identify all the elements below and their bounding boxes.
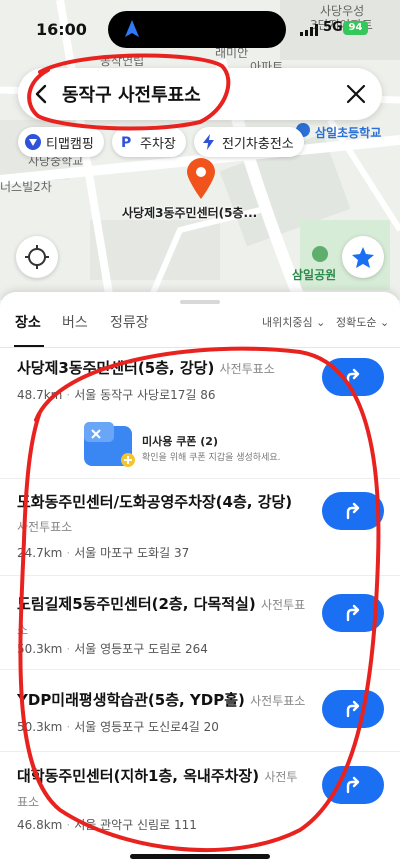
place-distance: 50.3km	[17, 720, 63, 734]
parking-icon: P	[121, 135, 131, 151]
tab-bus[interactable]: 버스	[62, 312, 88, 332]
place-address: 서울 영등포구 도림로 264	[74, 642, 208, 656]
list-item[interactable]: 대학동주민센터(지하1층, 옥내주차장) 사전투표소 46.8km · 서울 관악구…	[0, 764, 400, 844]
place-name: 대학동주민센터(지하1층, 옥내주차장)	[17, 767, 260, 785]
place-distance: 48.7km	[17, 388, 63, 402]
sort-proximity-label: 내위치중심	[262, 316, 313, 329]
chip-label: 티맵캠핑	[46, 136, 94, 152]
place-meta: 48.7km · 서울 동작구 사당로17길 86	[17, 388, 216, 402]
sort-proximity-dropdown[interactable]: 내위치중심 ⌄	[262, 314, 325, 330]
route-button[interactable]	[322, 594, 384, 632]
wallet-icon	[84, 422, 135, 467]
coupon-description: 확인을 위해 쿠폰 지갑을 생성하세요.	[142, 453, 281, 463]
sheet-grabber[interactable]	[180, 300, 220, 304]
place-address: 서울 마포구 도화길 37	[74, 546, 190, 560]
map-label-park: 삼일공원	[292, 268, 337, 282]
result-tabs: 장소 버스 정류장 내위치중심 ⌄ 정확도순 ⌄	[0, 308, 400, 348]
status-bar: 16:00 5G 94	[0, 0, 400, 60]
svg-text:P: P	[121, 135, 131, 151]
active-tab-indicator	[14, 345, 44, 347]
list-item[interactable]: 도림길제5동주민센터(2층, 다목적실) 사전투표소 50.3km · 서울 영등포…	[0, 592, 400, 670]
map-label-nursvil: 너스빌2차	[0, 180, 52, 194]
route-button[interactable]	[322, 766, 384, 804]
place-name-wrap: 도림길제5동주민센터(2층, 다목적실) 사전투표소	[17, 592, 307, 642]
directions-arrow-icon	[346, 368, 360, 386]
place-name: YDP미래평생학습관(5층, YDP홀)	[17, 691, 245, 709]
sort-accuracy-dropdown[interactable]: 정확도순 ⌄	[336, 314, 389, 330]
place-meta: 50.3km · 서울 영등포구 도림로 264	[17, 642, 208, 656]
current-location-button[interactable]	[16, 236, 58, 278]
chip-ev-charging[interactable]: 전기차충전소	[194, 127, 304, 157]
tab-bus-stop[interactable]: 정류장	[110, 312, 149, 332]
sort-accuracy-label: 정확도순	[336, 316, 377, 329]
place-meta: 50.3km · 서울 영등포구 도신로4길 20	[17, 720, 219, 734]
place-name-wrap: 도화동주민센터/도화공영주차장(4층, 강당) 사전투표소	[17, 490, 307, 539]
divider	[0, 478, 400, 479]
dynamic-island	[108, 11, 286, 48]
ev-charging-icon	[203, 134, 214, 150]
place-name: 도림길제5동주민센터(2층, 다목적실)	[17, 595, 256, 613]
status-time: 16:00	[36, 20, 87, 39]
tmap-icon	[25, 134, 41, 150]
cellular-signal-icon	[300, 24, 318, 36]
place-name: 도화동주민센터/도화공영주차장(4층, 강당)	[17, 493, 293, 511]
close-icon[interactable]	[344, 82, 368, 106]
search-query[interactable]: 동작구 사전투표소	[62, 81, 201, 107]
place-name: 사당제3동주민센터(5층, 강당)	[17, 359, 215, 377]
place-address: 서울 영등포구 도신로4길 20	[74, 720, 219, 734]
place-name-wrap: 사당제3동주민센터(5층, 강당) 사전투표소	[17, 356, 307, 381]
tab-places[interactable]: 장소	[15, 312, 41, 332]
place-name-wrap: 대학동주민센터(지하1층, 옥내주차장) 사전투표소	[17, 764, 307, 814]
location-pin-icon[interactable]	[186, 158, 216, 200]
place-category: 사전투표소	[219, 362, 275, 376]
place-distance: 50.3km	[17, 642, 63, 656]
directions-arrow-icon	[346, 502, 360, 520]
chip-label: 전기차충전소	[222, 136, 294, 152]
list-item[interactable]: 사당제3동주민센터(5층, 강당) 사전투표소 48.7km · 서울 동작구 사당…	[0, 356, 400, 486]
chip-parking[interactable]: P 주차장	[112, 127, 186, 157]
chip-tmap-camping[interactable]: 티맵캠핑	[18, 127, 104, 157]
place-meta: 24.7km · 서울 마포구 도화길 37	[17, 546, 190, 560]
route-button[interactable]	[322, 358, 384, 396]
place-address: 서울 동작구 사당로17길 86	[74, 388, 216, 402]
place-category: 사전투표소	[17, 520, 73, 534]
place-category: 사전투표소	[250, 694, 306, 708]
place-name-wrap: YDP미래평생학습관(5층, YDP홀) 사전투표소	[17, 688, 307, 713]
route-button[interactable]	[322, 690, 384, 728]
place-distance: 46.8km	[17, 818, 63, 832]
place-address: 서울 관악구 신림로 111	[74, 818, 197, 832]
list-item[interactable]: YDP미래평생학습관(5층, YDP홀) 사전투표소 50.3km · 서울 영등포…	[0, 688, 400, 752]
star-icon	[352, 247, 374, 268]
place-meta: 46.8km · 서울 관악구 신림로 111	[17, 818, 197, 832]
coupon-title: 미사용 쿠폰 (2)	[142, 435, 218, 448]
directions-arrow-icon	[346, 776, 360, 794]
back-arrow-icon[interactable]	[30, 82, 54, 106]
home-indicator	[130, 854, 270, 859]
list-item[interactable]: 도화동주민센터/도화공영주차장(4층, 강당) 사전투표소 24.7km · 서울 …	[0, 490, 400, 576]
place-distance: 24.7km	[17, 546, 63, 560]
search-bar[interactable]: 동작구 사전투표소	[18, 68, 382, 120]
directions-arrow-icon	[346, 700, 360, 718]
crosshair-icon	[25, 245, 49, 269]
route-button[interactable]	[322, 492, 384, 530]
network-type: 5G	[323, 20, 343, 35]
navigation-arrow-icon	[125, 20, 139, 37]
directions-arrow-icon	[346, 604, 360, 622]
battery-indicator: 94	[343, 21, 368, 35]
map-label-school: 삼일초등학교	[315, 126, 382, 140]
chip-label: 주차장	[140, 136, 176, 152]
pin-label[interactable]: 사당제3동주민센터(5층...	[122, 204, 257, 221]
favorites-button[interactable]	[342, 236, 384, 278]
